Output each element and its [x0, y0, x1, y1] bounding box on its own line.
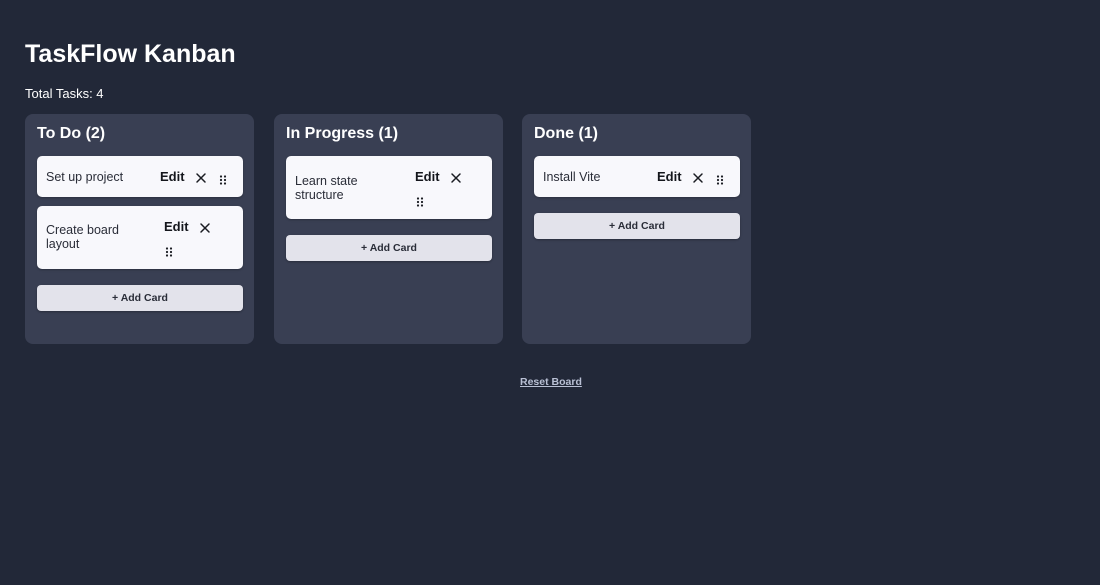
close-icon[interactable]	[195, 171, 207, 183]
add-card-button[interactable]: + Add Card	[286, 235, 492, 261]
task-card[interactable]: Set up project Edit	[37, 156, 243, 197]
column-in-progress: In Progress (1) Learn state structure Ed…	[274, 114, 503, 344]
drag-handle-icon[interactable]	[416, 194, 424, 207]
edit-button[interactable]: Edit	[415, 169, 440, 185]
edit-button[interactable]: Edit	[160, 169, 185, 185]
drag-handle-icon[interactable]	[219, 172, 227, 185]
kanban-app: TaskFlow Kanban Total Tasks: 4 To Do (2)…	[0, 0, 1100, 585]
reset-board-link[interactable]: Reset Board	[520, 376, 582, 388]
task-card[interactable]: Learn state structure Edit	[286, 156, 492, 219]
card-text: Set up project	[46, 170, 124, 184]
card-text: Create board layout	[46, 223, 119, 251]
column-title: To Do (2)	[37, 125, 106, 142]
card-text: Install Vite	[543, 170, 601, 184]
close-icon[interactable]	[199, 221, 211, 233]
drag-handle-icon[interactable]	[716, 172, 724, 185]
card-text: Learn state structure	[295, 174, 358, 202]
add-card-button[interactable]: + Add Card	[37, 285, 243, 311]
column-todo: To Do (2) Set up project Edit Create boa…	[25, 114, 254, 344]
close-icon[interactable]	[692, 171, 704, 183]
column-title: Done (1)	[534, 125, 598, 142]
close-icon[interactable]	[450, 171, 462, 183]
edit-button[interactable]: Edit	[164, 219, 189, 235]
drag-handle-icon[interactable]	[165, 244, 173, 257]
task-card[interactable]: Create board layout Edit	[37, 206, 243, 269]
add-card-button[interactable]: + Add Card	[534, 213, 740, 239]
total-tasks-count: Total Tasks: 4	[25, 86, 104, 101]
task-card[interactable]: Install Vite Edit	[534, 156, 740, 197]
edit-button[interactable]: Edit	[657, 169, 682, 185]
page-title: TaskFlow Kanban	[25, 40, 236, 68]
column-title: In Progress (1)	[286, 125, 399, 142]
column-done: Done (1) Install Vite Edit + Add Card	[522, 114, 751, 344]
